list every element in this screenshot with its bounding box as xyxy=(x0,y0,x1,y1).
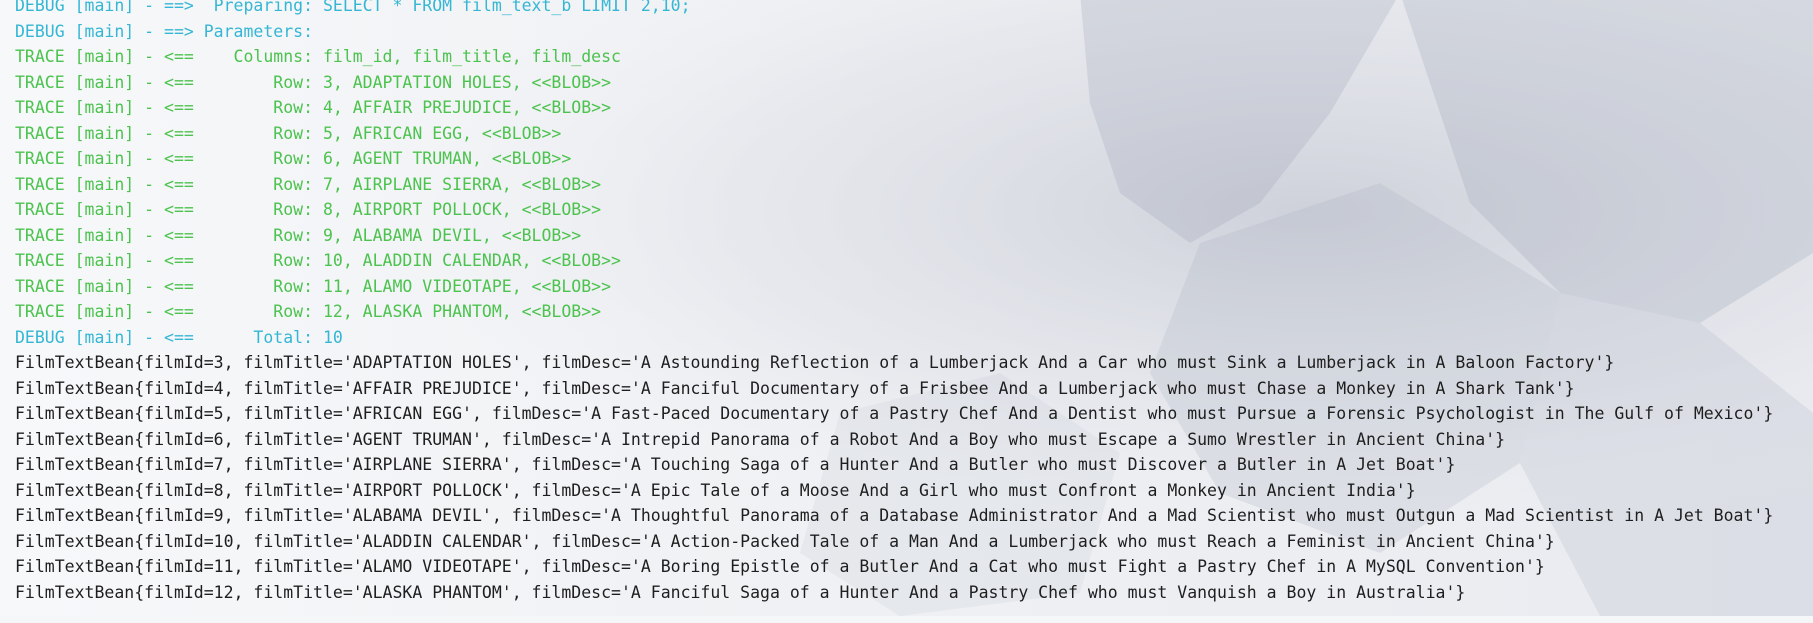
trace-log-line: TRACE [main] - <== Columns: film_id, fil… xyxy=(15,47,621,66)
debug-log-line: DEBUG [main] - ==> Parameters: xyxy=(15,21,323,41)
debug-log-line: DEBUG [main] - <== Total: 10 xyxy=(15,327,343,347)
stdout-line: FilmTextBean{filmId=4, filmTitle='AFFAIR… xyxy=(15,378,1575,398)
trace-log-line: TRACE [main] - <== Row: 11, ALAMO VIDEOT… xyxy=(15,276,612,296)
trace-log-line: TRACE [main] - <== Row: 9, ALABAMA DEVIL… xyxy=(15,225,582,245)
stdout-line: FilmTextBean{filmId=9, filmTitle='ALABAM… xyxy=(15,506,1774,525)
trace-log-line: TRACE [main] - <== Row: 4, AFFAIR PREJUD… xyxy=(15,98,612,117)
trace-log-line: TRACE [main] - <== Row: 3, ADAPTATION HO… xyxy=(15,72,612,92)
stdout-line: FilmTextBean{filmId=5, filmTitle='AFRICA… xyxy=(15,404,1774,423)
stdout-line: FilmTextBean{filmId=10, filmTitle='ALADD… xyxy=(15,531,1555,551)
stdout-line: FilmTextBean{filmId=3, filmTitle='ADAPTA… xyxy=(15,353,1615,372)
log-section: DEBUG [main] - ==> Preparing: SELECT * F… xyxy=(15,0,1813,350)
trace-log-line: TRACE [main] - <== Row: 7, AIRPLANE SIER… xyxy=(15,174,602,194)
trace-log-line: TRACE [main] - <== Row: 10, ALADDIN CALE… xyxy=(15,251,621,270)
stdout-line: FilmTextBean{filmId=11, filmTitle='ALAMO… xyxy=(15,557,1545,576)
trace-log-line: TRACE [main] - <== Row: 5, AFRICAN EGG, … xyxy=(15,123,562,143)
stdout-section: FilmTextBean{filmId=3, filmTitle='ADAPTA… xyxy=(15,350,1813,605)
console-output[interactable]: DEBUG [main] - ==> Preparing: SELECT * F… xyxy=(0,0,1813,605)
trace-log-line: TRACE [main] - <== Row: 12, ALASKA PHANT… xyxy=(15,302,602,321)
stdout-line: FilmTextBean{filmId=12, filmTitle='ALASK… xyxy=(15,582,1466,602)
stdout-line: FilmTextBean{filmId=8, filmTitle='AIRPOR… xyxy=(15,480,1416,500)
stdout-line: FilmTextBean{filmId=7, filmTitle='AIRPLA… xyxy=(15,455,1456,474)
debug-log-line: DEBUG [main] - ==> Preparing: SELECT * F… xyxy=(15,0,691,15)
trace-log-line: TRACE [main] - <== Row: 8, AIRPORT POLLO… xyxy=(15,200,602,219)
stdout-line: FilmTextBean{filmId=6, filmTitle='AGENT … xyxy=(15,429,1506,449)
trace-log-line: TRACE [main] - <== Row: 6, AGENT TRUMAN,… xyxy=(15,149,572,168)
